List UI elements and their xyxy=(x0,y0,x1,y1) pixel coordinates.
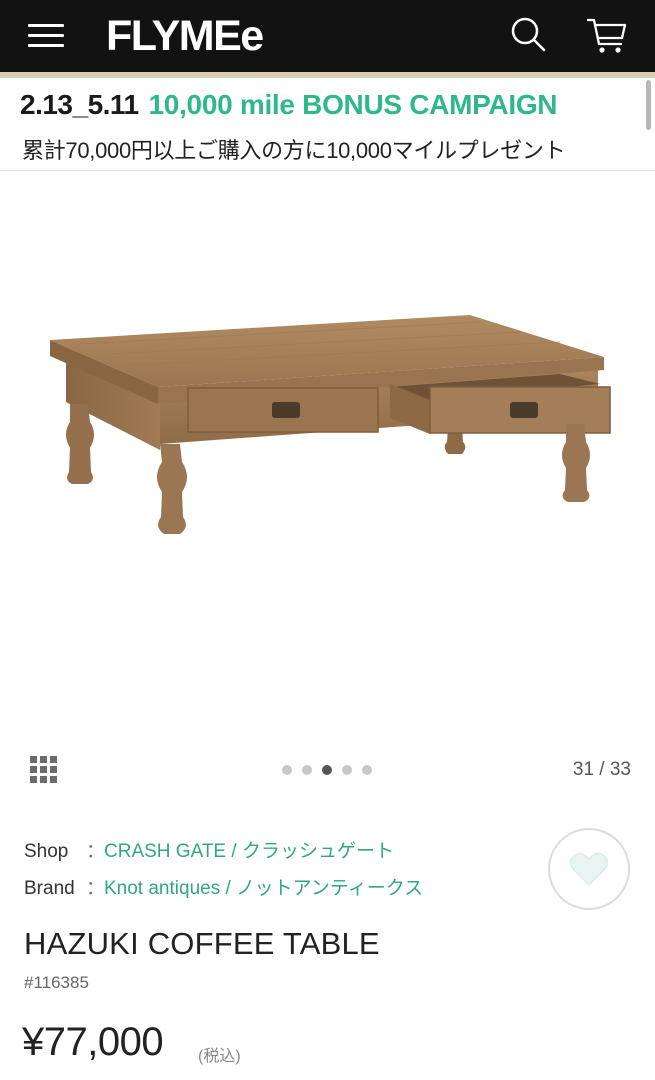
campaign-title: 10,000 mile BONUS CAMPAIGN xyxy=(148,89,558,120)
site-header: FLYMEe xyxy=(0,0,655,72)
product-title: HAZUKI COFFEE TABLE xyxy=(24,926,380,961)
carousel-dot[interactable] xyxy=(342,765,352,775)
carousel-pagination xyxy=(282,765,372,775)
carousel-dot-active[interactable] xyxy=(322,765,332,775)
page-scrollbar[interactable] xyxy=(646,80,651,130)
product-image xyxy=(50,315,611,534)
product-price: ¥77,000 xyxy=(22,1020,164,1064)
campaign-banner[interactable]: 2.13_5.11 10,000 mile BONUS CAMPAIGN 累計70… xyxy=(0,78,655,170)
carousel-dot[interactable] xyxy=(282,765,292,775)
hamburger-menu-icon[interactable] xyxy=(28,22,66,50)
brand-row: Brand ：Knot antiques / ノットアンティークス xyxy=(24,873,423,900)
heart-icon xyxy=(569,852,609,887)
shop-label: Shop xyxy=(24,841,69,862)
image-counter: 31 / 33 xyxy=(572,759,631,780)
carousel-dot[interactable] xyxy=(362,765,372,775)
campaign-dates: 2.13_5.11 xyxy=(20,89,139,120)
carousel-dot[interactable] xyxy=(302,765,312,775)
banner-divider xyxy=(0,170,655,171)
cart-icon[interactable] xyxy=(584,14,630,56)
favorite-button[interactable] xyxy=(548,828,630,910)
shop-row: Shop ：CRASH GATE / クラッシュゲート xyxy=(24,836,394,863)
site-logo[interactable]: FLYMEe xyxy=(106,10,264,62)
shop-separator: ： xyxy=(86,841,106,862)
grid-view-icon[interactable] xyxy=(30,756,58,784)
campaign-subtext: 累計70,000円以上ご購入の方に10,000マイルプレゼント xyxy=(22,138,566,163)
shop-link[interactable]: CRASH GATE / クラッシュゲート xyxy=(104,841,394,862)
tax-note: (税込) xyxy=(198,1048,241,1065)
brand-link[interactable]: Knot antiques / ノットアンティークス xyxy=(104,878,423,899)
product-sku: #116385 xyxy=(24,973,89,992)
brand-label: Brand xyxy=(24,878,75,899)
banner-headline: 2.13_5.11 10,000 mile BONUS CAMPAIGN xyxy=(20,89,558,121)
brand-separator: ： xyxy=(86,878,106,899)
search-icon[interactable] xyxy=(508,14,548,54)
